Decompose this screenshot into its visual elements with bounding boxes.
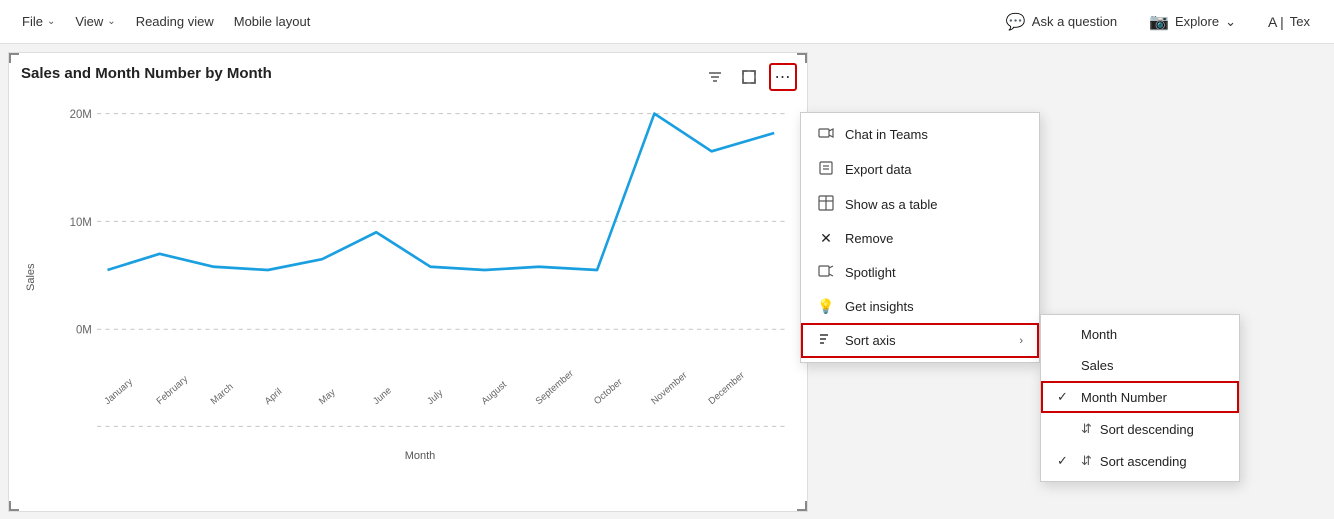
- svg-text:20M: 20M: [70, 108, 92, 121]
- main-area: Sales and Month Number by Month: [0, 44, 1334, 519]
- focus-button[interactable]: [735, 63, 763, 91]
- svg-text:February: February: [155, 374, 191, 408]
- topbar: File ⌄ View ⌄ Reading view Mobile layout…: [0, 0, 1334, 44]
- topbar-menu: File ⌄ View ⌄ Reading view Mobile layout: [12, 8, 320, 35]
- submenu-sales-label: Sales: [1081, 358, 1114, 373]
- ask-question-button[interactable]: 💬 Ask a question: [994, 6, 1129, 38]
- view-chevron: ⌄: [107, 16, 115, 27]
- explore-icon: 📷: [1149, 12, 1169, 32]
- menu-sort-axis-label: Sort axis: [845, 333, 896, 348]
- line-chart-svg: 20M 10M 0M January February March April …: [45, 92, 795, 448]
- chart-icons: ⋯: [701, 63, 797, 91]
- reading-view-label: Reading view: [136, 14, 214, 29]
- menu-item-chat-teams[interactable]: Chat in Teams: [801, 117, 1039, 152]
- menu-remove-label: Remove: [845, 231, 893, 246]
- explore-button[interactable]: 📷 Explore ⌄: [1137, 6, 1248, 38]
- speech-bubble-icon: 💬: [1006, 12, 1026, 32]
- spotlight-icon: [817, 263, 835, 282]
- submenu-item-month[interactable]: Month: [1041, 319, 1239, 350]
- submenu-sort-desc-label: Sort descending: [1100, 422, 1194, 437]
- svg-text:September: September: [534, 368, 577, 408]
- text-label: Tex: [1290, 14, 1310, 29]
- svg-text:January: January: [102, 376, 135, 407]
- svg-text:December: December: [707, 369, 748, 407]
- menu-get-insights-label: Get insights: [845, 299, 914, 314]
- chart-title: Sales and Month Number by Month: [21, 65, 795, 82]
- view-menu[interactable]: View ⌄: [65, 8, 125, 35]
- chart-area: Sales 20M 10M 0M January: [21, 92, 795, 462]
- sort-desc-icon: ⇵: [1081, 421, 1092, 437]
- filter-icon: [708, 70, 722, 84]
- file-menu[interactable]: File ⌄: [12, 8, 65, 35]
- menu-item-sort-axis[interactable]: Sort axis ›: [801, 323, 1039, 358]
- svg-text:July: July: [425, 387, 445, 407]
- chart-inner: 20M 10M 0M January February March April …: [45, 92, 795, 462]
- menu-item-spotlight[interactable]: Spotlight: [801, 255, 1039, 290]
- submenu-month-number-label: Month Number: [1081, 390, 1167, 405]
- reading-view-menu[interactable]: Reading view: [126, 8, 224, 35]
- svg-text:0M: 0M: [76, 323, 92, 336]
- menu-spotlight-label: Spotlight: [845, 265, 896, 280]
- explore-chevron: ⌄: [1225, 14, 1236, 30]
- corner-br: [797, 501, 807, 511]
- chart-panel: Sales and Month Number by Month: [8, 52, 808, 512]
- y-axis-label: Sales: [21, 92, 41, 462]
- menu-item-show-table[interactable]: Show as a table: [801, 187, 1039, 222]
- svg-text:August: August: [480, 379, 510, 407]
- sort-asc-icon: ⇵: [1081, 453, 1092, 469]
- mobile-layout-menu[interactable]: Mobile layout: [224, 8, 321, 35]
- sort-axis-icon: [817, 331, 835, 350]
- context-menu: Chat in Teams Export data Show as a tabl…: [800, 112, 1040, 363]
- corner-tr: [797, 53, 807, 63]
- submenu-item-sort-ascending[interactable]: ✓ ⇵ Sort ascending: [1041, 445, 1239, 477]
- export-icon: [817, 160, 835, 179]
- submenu-sort-asc-label: Sort ascending: [1100, 454, 1187, 469]
- text-icon: A |: [1268, 14, 1284, 30]
- menu-chat-teams-label: Chat in Teams: [845, 127, 928, 142]
- remove-icon: ✕: [817, 230, 835, 247]
- corner-tl: [9, 53, 19, 63]
- svg-text:May: May: [317, 387, 338, 408]
- chart-svg-area: 20M 10M 0M January February March April …: [45, 92, 795, 448]
- submenu-item-sort-descending[interactable]: ⇵ Sort descending: [1041, 413, 1239, 445]
- menu-export-data-label: Export data: [845, 162, 912, 177]
- svg-text:June: June: [371, 385, 394, 407]
- sort-axis-chevron: ›: [1019, 335, 1023, 347]
- submenu-month-label: Month: [1081, 327, 1117, 342]
- view-label: View: [75, 14, 103, 29]
- submenu: Month Sales ✓ Month Number ⇵ Sort descen…: [1040, 314, 1240, 482]
- sort-asc-check: ✓: [1057, 453, 1073, 469]
- svg-text:April: April: [263, 386, 284, 407]
- more-options-button[interactable]: ⋯: [769, 63, 797, 91]
- submenu-item-sales[interactable]: Sales: [1041, 350, 1239, 381]
- submenu-item-month-number[interactable]: ✓ Month Number: [1041, 381, 1239, 413]
- file-label: File: [22, 14, 43, 29]
- x-axis-label: Month: [45, 450, 795, 462]
- mobile-layout-label: Mobile layout: [234, 14, 311, 29]
- menu-show-table-label: Show as a table: [845, 197, 938, 212]
- table-icon: [817, 195, 835, 214]
- text-button[interactable]: A | Tex: [1256, 8, 1322, 36]
- explore-label: Explore: [1175, 14, 1219, 29]
- menu-item-get-insights[interactable]: 💡 Get insights: [801, 290, 1039, 323]
- menu-item-remove[interactable]: ✕ Remove: [801, 222, 1039, 255]
- month-number-check: ✓: [1057, 389, 1073, 405]
- corner-bl: [9, 501, 19, 511]
- svg-text:October: October: [592, 376, 625, 407]
- topbar-right: 💬 Ask a question 📷 Explore ⌄ A | Tex: [994, 6, 1322, 38]
- month-check: [1057, 327, 1073, 342]
- teams-icon: [817, 125, 835, 144]
- insights-icon: 💡: [817, 298, 835, 315]
- focus-icon: [742, 70, 756, 84]
- file-chevron: ⌄: [47, 16, 55, 27]
- svg-text:10M: 10M: [70, 216, 92, 229]
- svg-text:March: March: [209, 381, 236, 407]
- menu-item-export-data[interactable]: Export data: [801, 152, 1039, 187]
- ask-question-label: Ask a question: [1032, 14, 1117, 29]
- svg-text:November: November: [649, 369, 690, 407]
- ellipsis-icon: ⋯: [775, 67, 792, 87]
- sales-check: [1057, 358, 1073, 373]
- sort-desc-check: [1057, 422, 1073, 437]
- filter-button[interactable]: [701, 63, 729, 91]
